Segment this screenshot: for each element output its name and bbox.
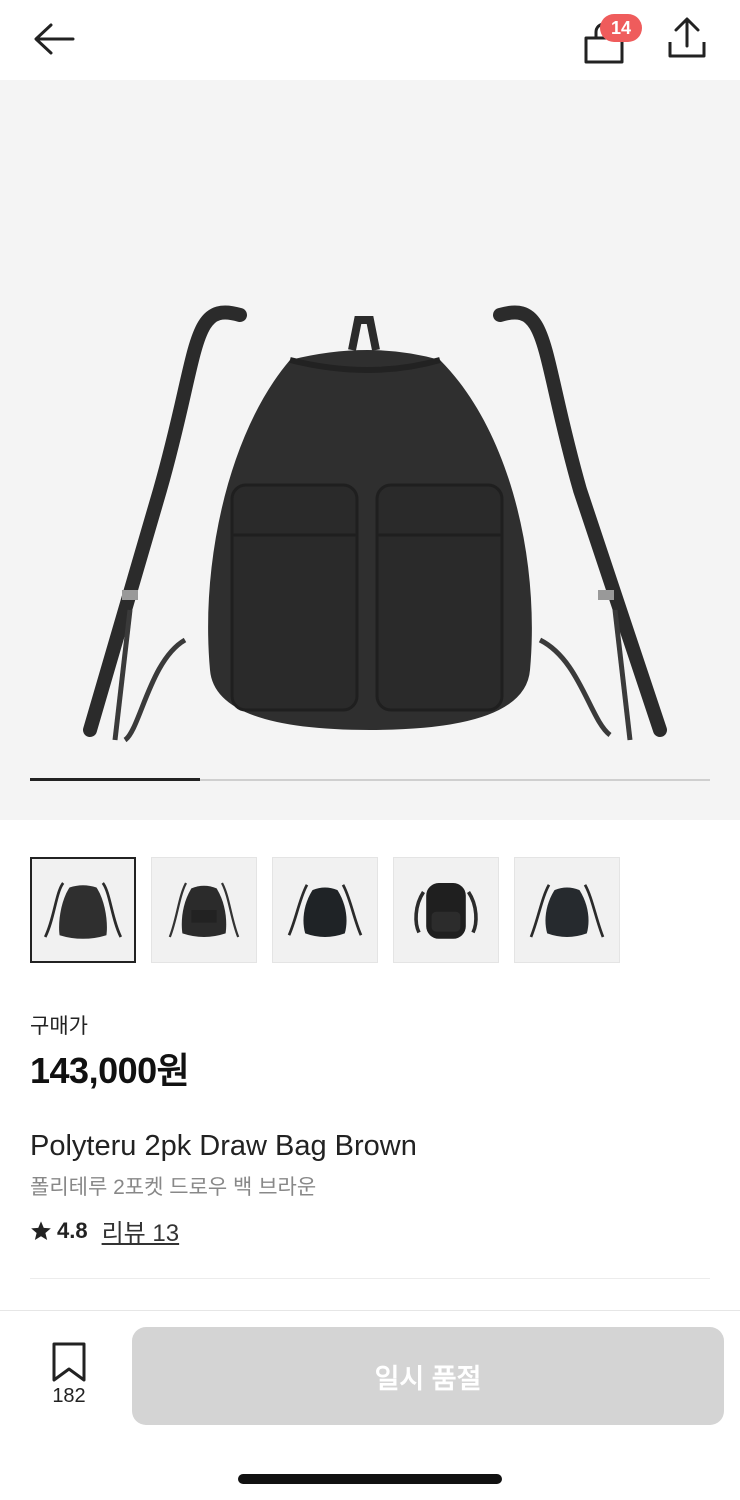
rating-row: 4.8 리뷰 13 bbox=[30, 1213, 179, 1248]
home-indicator bbox=[238, 1474, 502, 1484]
share-icon bbox=[668, 17, 706, 58]
image-progress-bar bbox=[30, 778, 710, 781]
thumbnail-image bbox=[287, 884, 363, 937]
product-thumbnail[interactable] bbox=[514, 857, 620, 963]
thumbnail-image bbox=[168, 882, 240, 938]
rating-value: 4.8 bbox=[57, 1217, 88, 1243]
back-button[interactable] bbox=[28, 18, 78, 60]
product-thumbnail[interactable] bbox=[272, 857, 378, 963]
bookmark-button[interactable]: 182 bbox=[38, 1341, 100, 1411]
sold-out-button[interactable]: 일시 품절 bbox=[132, 1327, 724, 1425]
thumbnail-image bbox=[414, 883, 478, 939]
bookmark-icon bbox=[52, 1342, 86, 1382]
product-image bbox=[83, 305, 667, 743]
thumbnail-strip bbox=[30, 857, 620, 963]
product-name-ko: 폴리테루 2포켓 드로우 백 브라운 bbox=[30, 1176, 317, 1199]
product-thumbnail[interactable] bbox=[393, 857, 499, 963]
star-icon bbox=[31, 1220, 51, 1240]
price-label: 구매가 bbox=[30, 1015, 88, 1038]
review-link[interactable]: 리뷰 13 bbox=[102, 1213, 180, 1248]
arrow-left-icon bbox=[34, 23, 75, 55]
product-image-gallery[interactable] bbox=[0, 80, 740, 820]
image-progress-fill bbox=[30, 778, 200, 781]
product-name-en: Polyteru 2pk Draw Bag Brown bbox=[30, 1130, 417, 1162]
thumbnail-image bbox=[529, 884, 605, 938]
share-button[interactable] bbox=[664, 16, 710, 62]
cart-button[interactable]: 14 bbox=[580, 14, 642, 64]
divider bbox=[30, 1278, 710, 1279]
bottom-action-bar: 182 일시 품절 bbox=[0, 1310, 740, 1500]
product-thumbnail[interactable] bbox=[30, 857, 136, 963]
top-bar: 14 bbox=[0, 0, 740, 80]
thumbnail-image bbox=[43, 882, 123, 939]
product-price: 143,000원 bbox=[30, 1050, 190, 1091]
bookmark-count: 182 bbox=[52, 1385, 86, 1407]
cart-count-badge: 14 bbox=[600, 14, 642, 42]
product-thumbnail[interactable] bbox=[151, 857, 257, 963]
